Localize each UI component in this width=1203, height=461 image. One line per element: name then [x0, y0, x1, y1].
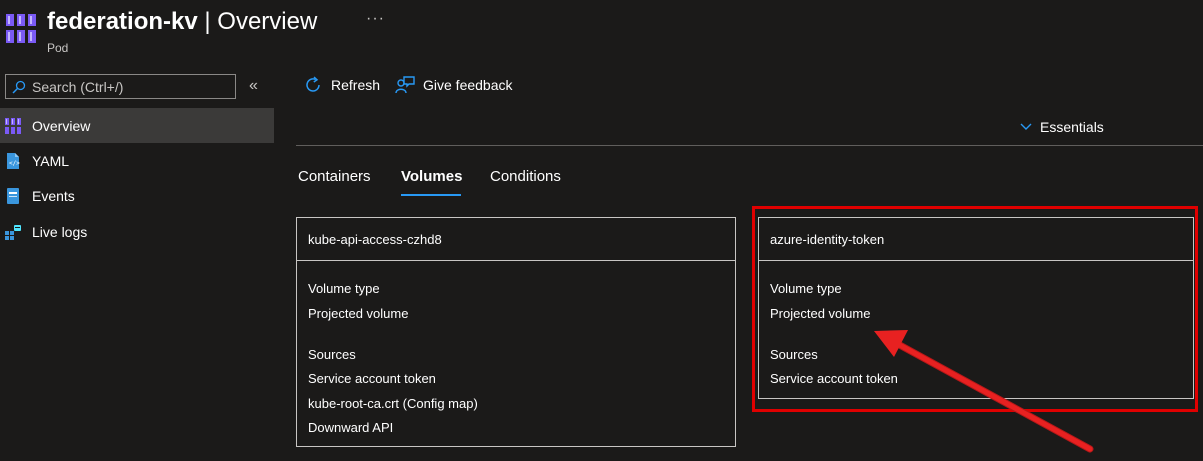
- refresh-label: Refresh: [331, 77, 381, 93]
- active-tab-indicator: [401, 194, 461, 196]
- sidebar-item-label: Events: [32, 187, 75, 204]
- refresh-button[interactable]: Refresh: [303, 75, 380, 95]
- tab-volumes[interactable]: Volumes: [401, 168, 462, 185]
- page-name: Overview: [217, 8, 318, 35]
- refresh-icon: [306, 76, 320, 92]
- yaml-file-icon: </>: [4, 152, 22, 170]
- sidebar-item-label: Overview: [32, 117, 91, 134]
- tab-containers[interactable]: Containers: [298, 168, 371, 185]
- essentials-label: Essentials: [1040, 119, 1104, 135]
- chevron-down-icon: [1020, 123, 1032, 130]
- sidebar-item-yaml[interactable]: </> YAML: [0, 143, 274, 178]
- resource-name: federation-kv: [47, 8, 198, 35]
- more-options-button[interactable]: ···: [366, 10, 385, 28]
- search-input[interactable]: [32, 78, 222, 95]
- volume-type-label: Volume type: [308, 281, 380, 296]
- source-item: Downward API: [308, 420, 394, 435]
- pod-icon: [4, 12, 38, 46]
- sidebar-item-overview[interactable]: Overview: [0, 108, 274, 143]
- volume-type-value: Projected volume: [308, 306, 409, 321]
- collapse-sidebar-button[interactable]: «: [249, 77, 258, 95]
- volume-name: kube-api-access-czhd8: [297, 218, 735, 261]
- essentials-toggle[interactable]: Essentials: [1020, 119, 1104, 135]
- pod-icon: [4, 117, 22, 135]
- events-icon: [4, 187, 22, 205]
- volume-card: kube-api-access-czhd8 Volume type Projec…: [296, 217, 736, 447]
- sources-label: Sources: [308, 347, 356, 362]
- title-separator: |: [204, 8, 211, 35]
- feedback-icon: [395, 76, 415, 94]
- annotation-arrow-icon: [874, 330, 1094, 453]
- divider: [296, 145, 1203, 146]
- page-title: federation-kv | Overview: [47, 6, 317, 38]
- source-item: kube-root-ca.crt (Config map): [308, 396, 478, 411]
- sidebar-item-live-logs[interactable]: Live logs: [0, 214, 274, 249]
- sidebar-item-label: YAML: [32, 152, 70, 169]
- feedback-label: Give feedback: [423, 77, 513, 93]
- source-item: Service account token: [308, 371, 436, 386]
- svg-text:</>: </>: [9, 160, 20, 167]
- tab-conditions[interactable]: Conditions: [490, 168, 561, 185]
- search-box[interactable]: [5, 74, 236, 99]
- sidebar-item-label: Live logs: [32, 223, 88, 240]
- live-logs-icon: [4, 223, 22, 241]
- give-feedback-button[interactable]: Give feedback: [395, 75, 513, 95]
- search-icon: [12, 80, 26, 94]
- resource-type: Pod: [47, 41, 69, 55]
- sidebar-item-events[interactable]: Events: [0, 178, 274, 213]
